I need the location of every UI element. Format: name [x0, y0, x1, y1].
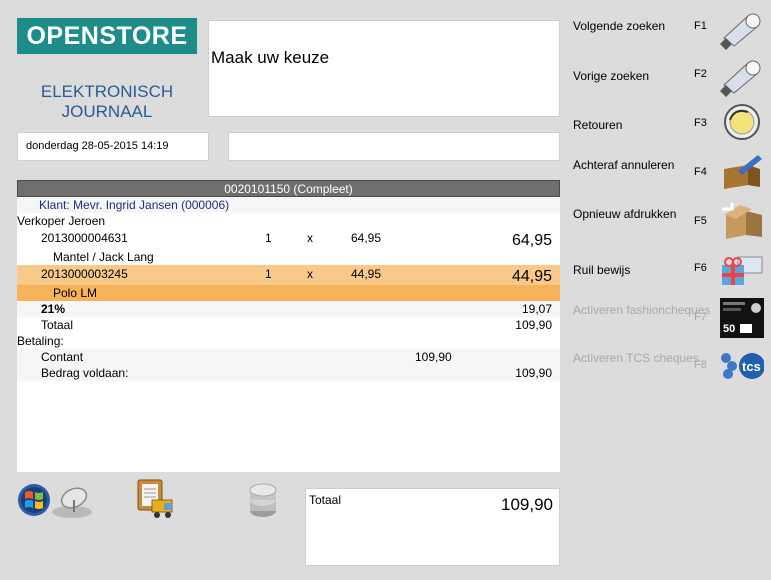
line-item-desc-row[interactable]: Mantel / Jack Lang	[17, 249, 560, 265]
date-field: donderdag 28-05-2015 14:19	[17, 132, 209, 161]
prompt-box: Maak uw keuze	[208, 20, 560, 117]
item-x: x	[307, 267, 313, 281]
svg-text:50: 50	[723, 323, 735, 335]
search-field[interactable]	[228, 132, 560, 161]
item-price: 44,95	[351, 267, 382, 281]
fn-label-retouren[interactable]: Retouren	[573, 118, 622, 132]
next-search-button[interactable]	[692, 8, 764, 50]
item-desc: Polo LM	[53, 286, 98, 300]
seller-label: Verkoper Jeroen	[17, 214, 106, 228]
fn-label-achteraf-annuleren[interactable]: Achteraf annuleren	[573, 158, 674, 172]
clipboard-truck-icon[interactable]	[134, 478, 176, 520]
line-item-row[interactable]: 2013000004631 1 x 64,95 64,95	[17, 229, 560, 249]
bottom-total-box: Totaal 109,90	[305, 488, 560, 566]
cancel-box-icon	[724, 155, 762, 189]
cash-value: 109,90	[415, 350, 452, 364]
fn-label-vorige-zoeken[interactable]: Vorige zoeken	[573, 69, 649, 83]
cash-label: Contant	[41, 350, 84, 364]
fashioncheque-button[interactable]: 50	[692, 296, 764, 338]
customer-row[interactable]: Klant: Mevr. Ingrid Jansen (000006)	[17, 197, 560, 213]
reprint-box-icon	[722, 203, 762, 239]
seller-row[interactable]: Verkoper Jeroen	[17, 213, 560, 229]
bottom-total-label: Totaal	[309, 493, 342, 507]
paid-row[interactable]: Bedrag voldaan: 109,90	[17, 365, 560, 381]
journal-title: ELEKTRONISCH JOURNAAL	[17, 82, 197, 122]
item-x: x	[307, 231, 313, 245]
item-total: 44,95	[511, 268, 552, 285]
paid-value: 109,90	[515, 366, 552, 380]
previous-search-button[interactable]	[692, 55, 764, 97]
journal-title-line2: JOURNAAL	[61, 102, 153, 121]
payment-label: Betaling:	[17, 334, 64, 348]
bottom-total-value: 109,90	[501, 495, 553, 514]
vat-row[interactable]: 21% 19,07	[17, 301, 560, 317]
line-item-row-selected[interactable]: 2013000003245 1 x 44,95 44,95	[17, 265, 560, 285]
reprint-button[interactable]	[692, 199, 764, 241]
prompt-text: Maak uw keuze	[211, 48, 330, 67]
exchange-receipt-button[interactable]	[692, 247, 764, 289]
item-price: 64,95	[351, 231, 382, 245]
database-icon[interactable]	[247, 478, 279, 520]
fn-label-opnieuw-afdrukken[interactable]: Opnieuw afdrukken	[573, 207, 676, 221]
total-row[interactable]: Totaal 109,90	[17, 317, 560, 333]
fn-label-activeren-fashioncheques[interactable]: Activeren fashioncheques	[573, 303, 710, 317]
item-qty: 1	[265, 231, 272, 245]
vat-value: 19,07	[521, 302, 552, 316]
fn-label-ruil-bewijs[interactable]: Ruil bewijs	[573, 263, 630, 277]
fn-label-activeren-tcs-cheques[interactable]: Activeren TCS cheques	[573, 351, 699, 365]
item-desc: Mantel / Jack Lang	[53, 250, 154, 264]
returns-button[interactable]	[692, 102, 764, 144]
windows-network-icon[interactable]	[16, 482, 98, 522]
vat-label: 21%	[41, 302, 66, 316]
fashioncheque-card-icon: 50	[720, 298, 764, 338]
gift-icon	[722, 256, 763, 285]
tcs-cheque-button[interactable]: tcs	[692, 344, 764, 386]
fn-label-volgende-zoeken[interactable]: Volgende zoeken	[573, 19, 665, 33]
item-code: 2013000003245	[41, 267, 128, 281]
total-label: Totaal	[41, 318, 74, 332]
item-qty: 1	[265, 267, 272, 281]
item-code: 2013000004631	[41, 231, 128, 245]
post-cancel-button[interactable]	[692, 151, 764, 193]
cash-row[interactable]: Contant 109,90	[17, 349, 560, 365]
return-clock-icon	[724, 104, 760, 140]
item-total: 64,95	[511, 232, 552, 249]
flashlight-icon	[720, 13, 761, 50]
tcs-logo-icon: tcs	[721, 353, 764, 379]
journal-list[interactable]: 0020101150 (Compleet) Klant: Mevr. Ingri…	[17, 180, 560, 472]
flashlight-icon	[720, 60, 761, 97]
journal-title-line1: ELEKTRONISCH	[40, 82, 174, 101]
payment-row[interactable]: Betaling:	[17, 333, 560, 349]
receipt-header[interactable]: 0020101150 (Compleet)	[17, 180, 560, 197]
customer-label: Klant: Mevr. Ingrid Jansen (000006)	[39, 198, 230, 212]
openstore-logo: OPENSTORE	[17, 18, 197, 54]
paid-label: Bedrag voldaan:	[41, 366, 129, 380]
svg-text:tcs: tcs	[742, 359, 761, 374]
total-value: 109,90	[515, 318, 552, 332]
line-item-desc-row-selected[interactable]: Polo LM	[17, 285, 560, 301]
